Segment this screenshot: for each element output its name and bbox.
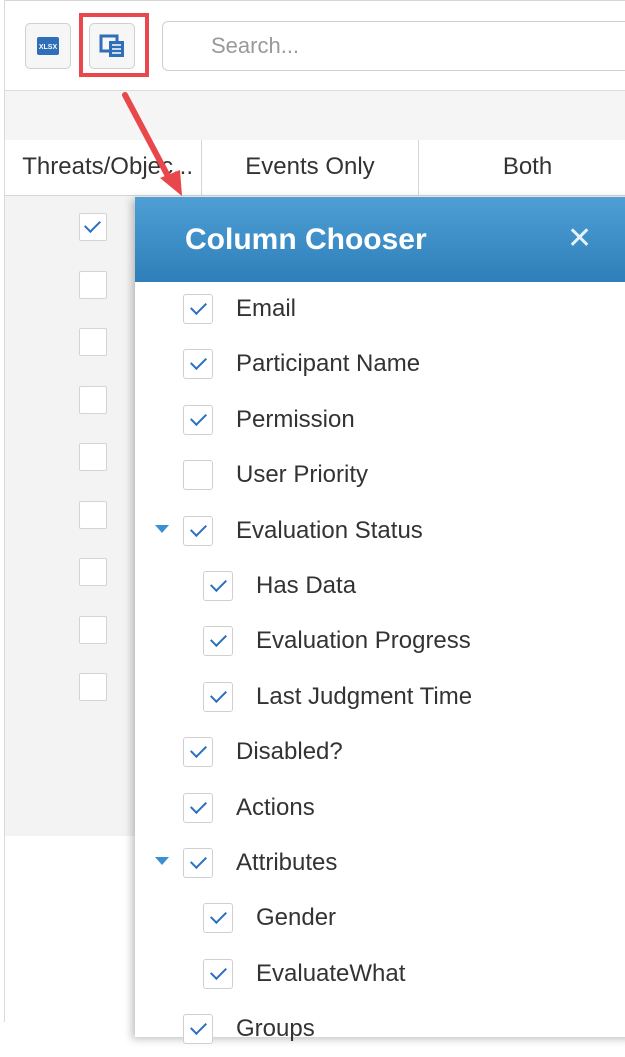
column-header[interactable]: Both <box>419 140 625 195</box>
toolbar: XLSX Search... <box>5 0 625 91</box>
column-label: Email <box>236 295 297 322</box>
column-chooser-item[interactable]: Actions <box>135 781 615 836</box>
column-checkbox[interactable] <box>183 848 213 878</box>
column-checkbox[interactable] <box>183 737 213 768</box>
column-chooser-item[interactable]: Evaluation Status <box>135 504 615 559</box>
group-panel <box>5 90 625 142</box>
expand-caret-icon[interactable] <box>155 524 169 533</box>
column-chooser-item[interactable]: Email <box>135 282 615 337</box>
column-chooser-item[interactable]: EvaluateWhat <box>135 947 615 1002</box>
column-checkbox[interactable] <box>183 792 213 823</box>
column-label: Groups <box>236 1015 315 1043</box>
column-checkbox[interactable] <box>203 681 233 712</box>
close-icon[interactable]: ✕ <box>567 197 592 280</box>
highlight-box <box>79 13 149 77</box>
column-chooser-item[interactable]: Disabled? <box>135 725 615 780</box>
column-label: User Priority <box>236 461 369 489</box>
column-checkbox[interactable] <box>203 903 233 934</box>
column-chooser-item[interactable]: Groups <box>135 1002 615 1057</box>
column-label: Attributes <box>236 849 338 876</box>
column-label: Has Data <box>256 572 357 599</box>
column-checkbox[interactable] <box>203 571 233 601</box>
column-label: Disabled? <box>236 738 343 766</box>
column-checkbox[interactable] <box>183 349 213 380</box>
search-input[interactable]: Search... <box>162 21 625 71</box>
column-checkbox[interactable] <box>183 294 213 324</box>
row-checkbox[interactable] <box>79 443 107 471</box>
row-checkbox[interactable] <box>79 615 107 644</box>
column-chooser-item[interactable]: Has Data <box>135 559 615 614</box>
column-chooser-item[interactable]: Participant Name <box>135 337 615 392</box>
column-label: Participant Name <box>236 350 421 378</box>
column-chooser-item[interactable]: Last Judgment Time <box>135 670 615 725</box>
column-label: Gender <box>256 904 337 932</box>
row-checkbox[interactable] <box>79 500 107 529</box>
column-label: Last Judgment Time <box>256 682 473 710</box>
column-header[interactable]: Events Only <box>202 140 419 195</box>
column-chooser-item[interactable]: Evaluation Progress <box>135 614 615 669</box>
column-chooser-item[interactable]: Attributes <box>135 836 615 891</box>
row-checkbox[interactable] <box>79 270 107 299</box>
column-label: Evaluation Status <box>236 516 423 544</box>
column-chooser-item[interactable]: Gender <box>135 891 615 946</box>
column-label: Evaluation Progress <box>256 627 471 655</box>
column-checkbox[interactable] <box>183 1014 213 1045</box>
column-label: EvaluateWhat <box>256 959 406 987</box>
row-checkbox[interactable] <box>79 385 107 414</box>
column-checkbox[interactable] <box>183 460 213 491</box>
column-chooser-item[interactable]: User Priority <box>135 448 615 503</box>
row-checkbox[interactable] <box>79 673 107 701</box>
xlsx-icon-text: XLSX <box>39 44 58 51</box>
column-header[interactable]: Threats/Objec... <box>0 140 202 195</box>
column-chooser-popup: Column Chooser ✕ Email Participant Name Pe… <box>135 197 625 1045</box>
column-checkbox[interactable] <box>203 626 233 657</box>
column-checkbox[interactable] <box>183 404 213 435</box>
column-checkbox[interactable] <box>183 515 213 546</box>
column-label: Permission <box>236 405 355 433</box>
column-chooser-item[interactable]: Permission <box>135 393 615 448</box>
xlsx-export-icon: XLSX <box>37 37 59 55</box>
row-checkbox[interactable] <box>79 328 107 356</box>
export-xlsx-button[interactable]: XLSX <box>25 23 71 69</box>
row-checkbox[interactable] <box>79 558 107 586</box>
expand-caret-icon[interactable] <box>155 857 169 865</box>
grid-header: Threats/Objec... Events Only Both <box>5 140 625 196</box>
popup-header: Column Chooser ✕ <box>135 197 625 282</box>
column-label: Actions <box>236 793 315 821</box>
popup-title: Column Chooser <box>185 223 427 256</box>
row-checkbox[interactable] <box>79 213 107 241</box>
column-checkbox[interactable] <box>203 958 233 989</box>
